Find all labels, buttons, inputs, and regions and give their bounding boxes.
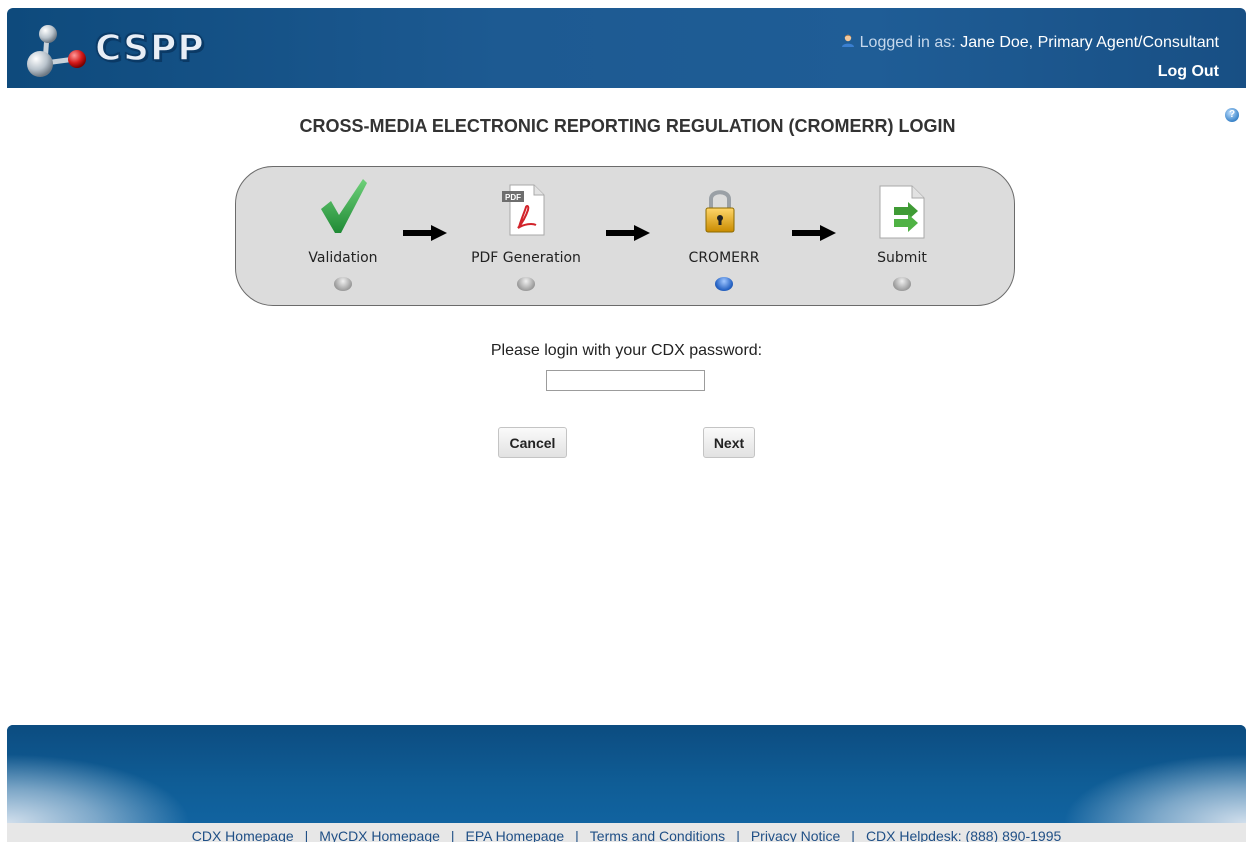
login-prompt: Please login with your CDX password: xyxy=(490,342,763,359)
svg-text:PDF: PDF xyxy=(505,193,521,202)
footer-link-cdx-homepage[interactable]: CDX Homepage xyxy=(192,828,294,842)
checkmark-icon xyxy=(321,179,367,233)
page-title: CROSS-MEDIA ELECTRONIC REPORTING REGULAT… xyxy=(299,116,956,136)
user-icon xyxy=(841,34,854,47)
step-status-dot-active xyxy=(715,277,733,291)
footer-banner xyxy=(7,725,1246,823)
footer-link-privacy[interactable]: Privacy Notice xyxy=(751,828,840,842)
header-bar: CSPP Logged in as: Jane Doe, Primary Age… xyxy=(7,8,1246,88)
footer-link-helpdesk[interactable]: CDX Helpdesk: (888) 890-1995 xyxy=(866,828,1061,842)
footer-decoration-right xyxy=(986,725,1246,823)
step-label: CROMERR xyxy=(688,250,760,266)
logout-link[interactable]: Log Out xyxy=(1158,63,1219,81)
footer-link-terms[interactable]: Terms and Conditions xyxy=(590,828,725,842)
cspp-logo[interactable]: CSPP xyxy=(25,23,215,79)
submit-document-icon xyxy=(879,185,925,239)
footer-separator: | xyxy=(304,828,309,842)
footer-decoration-left xyxy=(7,725,267,823)
step-status-dot xyxy=(893,277,911,291)
step-label: Submit xyxy=(877,250,927,266)
padlock-icon xyxy=(705,190,735,233)
step-status-dot xyxy=(517,277,535,291)
password-input[interactable] xyxy=(546,370,705,391)
step-label: Validation xyxy=(308,250,378,266)
cancel-button[interactable]: Cancel xyxy=(498,427,567,458)
footer-separator: | xyxy=(575,828,579,842)
molecule-logo-icon xyxy=(27,25,86,77)
footer-separator: | xyxy=(450,828,455,842)
footer-link-mycdx-homepage[interactable]: MyCDX Homepage xyxy=(319,828,440,842)
logged-in-info: Logged in as: Jane Doe, Primary Agent/Co… xyxy=(840,34,1219,52)
next-button[interactable]: Next xyxy=(703,427,755,458)
footer-link-epa-homepage[interactable]: EPA Homepage xyxy=(466,828,565,842)
arrow-right-icon xyxy=(792,225,836,241)
footer-links-bar: CDX Homepage | MyCDX Homepage | EPA Homepage… xyxy=(7,823,1246,842)
logo-text: CSPP xyxy=(94,27,205,70)
step-status-dot xyxy=(334,277,352,291)
pdf-document-icon: PDF xyxy=(502,184,545,236)
footer-separator: | xyxy=(736,828,740,842)
logged-in-label: Logged in as: xyxy=(859,34,956,51)
arrow-right-icon xyxy=(403,225,447,241)
progress-steps-panel: Validation PDF PDF Generation CROMERR Su… xyxy=(235,166,1015,306)
step-label: PDF Generation xyxy=(471,250,581,266)
user-name: Jane Doe, Primary Agent/Consultant xyxy=(960,34,1219,51)
arrow-right-icon xyxy=(606,225,650,241)
footer-separator: | xyxy=(851,828,855,842)
